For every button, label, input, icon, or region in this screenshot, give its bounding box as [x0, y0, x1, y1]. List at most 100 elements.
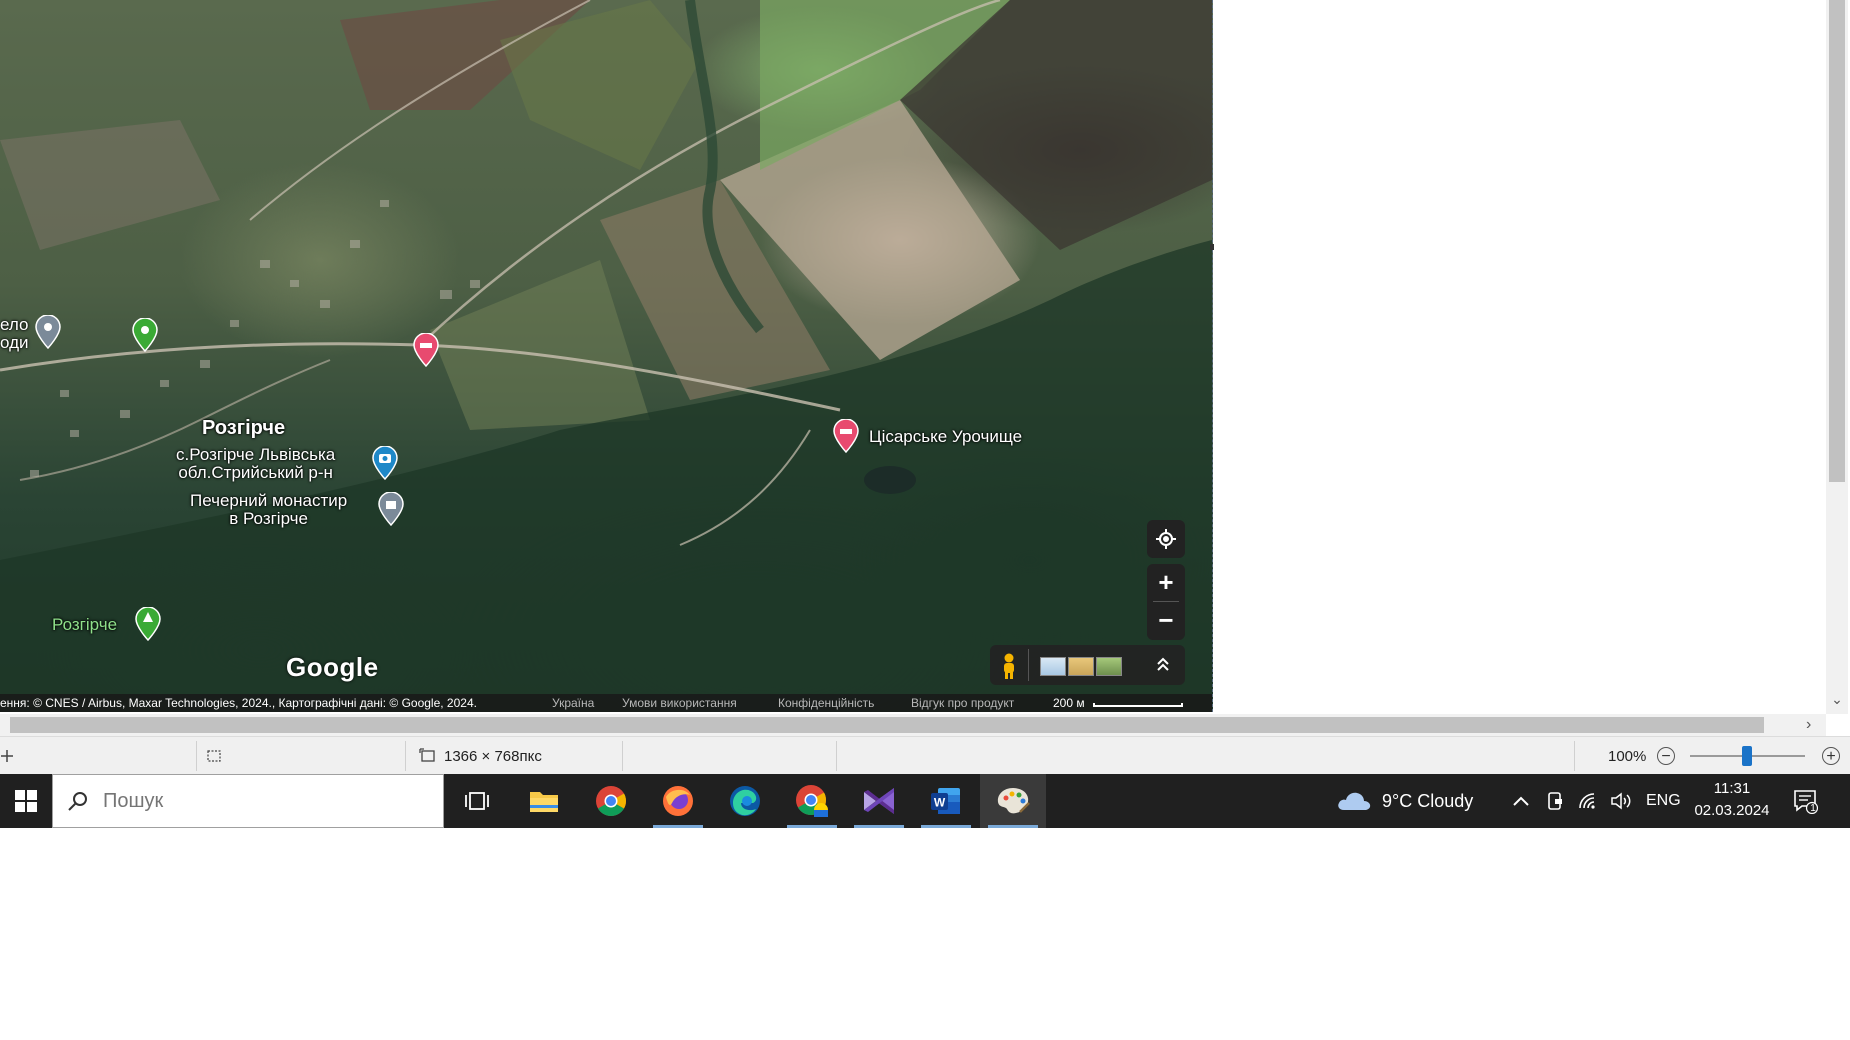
- my-location-button[interactable]: [1147, 520, 1185, 558]
- zoom-control: + −: [1147, 564, 1185, 640]
- cursor-position-icon: [0, 737, 14, 775]
- zoom-in-button[interactable]: +: [1147, 564, 1185, 601]
- chrome-button[interactable]: [578, 774, 644, 828]
- map-terrain: [0, 0, 1212, 712]
- image-size-icon: [418, 737, 438, 775]
- file-explorer-button[interactable]: [511, 774, 577, 828]
- status-bar: 1366 × 768пкс 100% − +: [0, 736, 1850, 775]
- windows-taskbar: W 9°C Cloudy: [0, 774, 1850, 828]
- terms-link[interactable]: Умови використання: [622, 694, 737, 712]
- weather-label: 9°C Cloudy: [1382, 790, 1474, 811]
- chevron-up-icon: [1513, 796, 1529, 806]
- notification-count: 1: [1810, 803, 1816, 814]
- scale-label: 200 м: [1053, 696, 1085, 710]
- village-label[interactable]: Розгірче: [202, 418, 285, 438]
- network-button[interactable]: [1578, 774, 1600, 828]
- firefox-icon: [663, 786, 693, 816]
- horizontal-scrollbar[interactable]: ›: [0, 714, 1826, 736]
- satellite-map[interactable]: ело оди Розгірче с.Розгірче Львівська об…: [0, 0, 1213, 712]
- start-button[interactable]: [0, 774, 52, 828]
- running-indicator: [921, 825, 971, 828]
- zoom-in-status-button[interactable]: +: [1822, 747, 1840, 765]
- country-link[interactable]: Україна: [552, 694, 594, 712]
- horizontal-scroll-thumb[interactable]: [10, 717, 1764, 733]
- weather-widget[interactable]: 9°C Cloudy: [1336, 774, 1473, 828]
- hotel-pin-icon[interactable]: [411, 333, 441, 367]
- svg-text:W: W: [934, 796, 946, 810]
- monastery-label[interactable]: Печерний монастир в Розгірче: [190, 492, 347, 528]
- status-divider: [196, 741, 197, 771]
- tract-label[interactable]: Цісарське Урочище: [869, 428, 1022, 446]
- status-divider: [405, 741, 406, 771]
- imagery-credit: ення: © CNES / Airbus, Maxar Technologie…: [0, 696, 477, 710]
- vertical-scroll-thumb[interactable]: [1829, 0, 1845, 482]
- photo-place-label[interactable]: с.Розгірче Львівська обл.Стрийський р-н: [176, 446, 335, 482]
- scroll-down-arrow-icon[interactable]: ⌄: [1830, 692, 1844, 706]
- zoom-percent-label: 100%: [1608, 747, 1647, 765]
- monastery-pin-icon[interactable]: [376, 492, 406, 526]
- village-fragment-label: ело оди: [0, 315, 29, 352]
- pegman-icon[interactable]: [998, 652, 1020, 680]
- word-icon: W: [931, 788, 960, 814]
- windows-logo-icon: [15, 790, 37, 812]
- privacy-link[interactable]: Конфіденційність: [778, 694, 874, 712]
- zoom-out-button[interactable]: −: [1147, 602, 1185, 639]
- meet-now-button[interactable]: [1546, 774, 1564, 828]
- folder-icon: [530, 792, 558, 812]
- word-button[interactable]: W: [913, 774, 979, 828]
- running-indicator: [787, 825, 837, 828]
- language-indicator[interactable]: ENG: [1646, 774, 1681, 828]
- firefox-button[interactable]: [645, 774, 711, 828]
- zoom-out-status-button[interactable]: −: [1657, 747, 1675, 765]
- running-indicator: [653, 825, 703, 828]
- taskbar-search[interactable]: [52, 774, 444, 828]
- running-indicator: [854, 825, 904, 828]
- image-size-label: 1366 × 768пкс: [444, 747, 542, 765]
- show-hidden-icons-button[interactable]: [1512, 774, 1530, 828]
- status-divider: [1574, 741, 1575, 771]
- map-layer-thumb-icon[interactable]: [1040, 657, 1066, 676]
- clock[interactable]: 11:31 02.03.2024: [1690, 778, 1774, 822]
- scroll-right-arrow-icon[interactable]: ›: [1806, 717, 1811, 733]
- task-view-icon: [465, 792, 489, 810]
- vertical-scrollbar[interactable]: ⌄: [1826, 0, 1848, 714]
- layers-divider: [1028, 649, 1029, 681]
- task-view-button[interactable]: [444, 774, 510, 828]
- status-divider: [622, 741, 623, 771]
- layers-panel: [990, 645, 1185, 685]
- park-pin-icon[interactable]: [133, 607, 163, 641]
- clock-time: 11:31: [1713, 780, 1751, 797]
- search-icon: [68, 792, 87, 811]
- resize-handle[interactable]: [1210, 244, 1214, 250]
- canvas-area: ело оди Розгірче с.Розгірче Львівська об…: [0, 0, 1850, 714]
- visual-studio-icon: [864, 788, 894, 814]
- scale-bar: [1093, 703, 1183, 707]
- terrain-layer-thumb-icon[interactable]: [1068, 657, 1094, 676]
- paint-button[interactable]: [980, 774, 1046, 828]
- expand-up-icon[interactable]: [1155, 655, 1171, 675]
- tract-pin-icon[interactable]: [831, 419, 861, 453]
- volume-button[interactable]: [1610, 774, 1634, 828]
- device-icon: [1548, 792, 1562, 810]
- satellite-layer-thumb-icon[interactable]: [1096, 657, 1122, 676]
- park-label[interactable]: Розгірче: [52, 616, 117, 634]
- google-logo: Google: [286, 652, 379, 682]
- photo-pin-icon[interactable]: [370, 446, 400, 480]
- feedback-link[interactable]: Відгук про продукт: [911, 694, 1014, 712]
- clock-date: 02.03.2024: [1694, 802, 1770, 819]
- edge-button[interactable]: [712, 774, 778, 828]
- paint-palette-icon: [997, 788, 1030, 814]
- map-pin-grey[interactable]: [33, 315, 63, 349]
- zoom-slider-thumb[interactable]: [1742, 746, 1752, 766]
- notifications-button[interactable]: 1: [1792, 774, 1818, 828]
- chrome-profile-icon: [796, 785, 828, 817]
- visual-studio-button[interactable]: [846, 774, 912, 828]
- chrome-icon: [596, 786, 627, 817]
- crosshair-icon: [1156, 529, 1176, 549]
- chrome-profile-button[interactable]: [779, 774, 845, 828]
- cloud-icon: [1338, 792, 1371, 810]
- map-pin-green[interactable]: [130, 318, 160, 352]
- speaker-icon: [1611, 792, 1631, 810]
- edge-icon: [730, 786, 760, 816]
- search-input[interactable]: [101, 788, 405, 814]
